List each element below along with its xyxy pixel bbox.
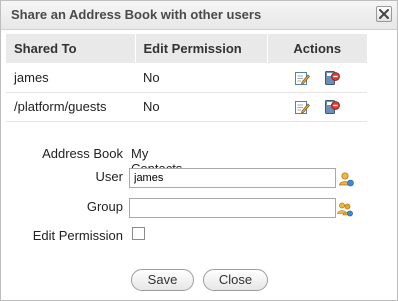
edit-icon[interactable]: [294, 70, 311, 86]
user-input[interactable]: [129, 168, 336, 188]
dialog-title: Share an Address Book with other users: [11, 7, 262, 22]
cell-edit-permission: No: [135, 63, 267, 93]
header-actions: Actions: [267, 34, 367, 63]
edit-icon[interactable]: [294, 99, 311, 115]
header-edit-permission: Edit Permission: [135, 34, 268, 63]
user-lookup-icon[interactable]: [338, 171, 354, 187]
cell-shared-to: james: [6, 63, 135, 93]
group-label: Group: [86, 199, 123, 214]
group-input[interactable]: [129, 198, 336, 218]
dialog-titlebar[interactable]: Share an Address Book with other users: [1, 1, 397, 30]
edit-permission-label: Edit Permission: [32, 228, 123, 243]
address-book-label: Address Book: [42, 146, 123, 161]
header-shared-to: Shared To: [6, 34, 136, 63]
delete-icon[interactable]: [324, 99, 340, 115]
edit-permission-checkbox[interactable]: [132, 227, 145, 240]
share-address-book-dialog: Share an Address Book with other users S…: [0, 0, 398, 301]
user-label: User: [95, 169, 123, 184]
group-lookup-icon[interactable]: [337, 201, 353, 217]
table-row: james No: [6, 63, 367, 93]
close-icon[interactable]: [376, 6, 392, 22]
table-row: /platform/guests No: [6, 92, 367, 122]
shared-users-table: Shared To Edit Permission Actions james …: [6, 34, 367, 122]
cell-shared-to: /platform/guests: [6, 92, 135, 122]
cell-actions: [267, 92, 367, 122]
close-button[interactable]: Close: [203, 269, 268, 291]
cell-edit-permission: No: [135, 92, 267, 122]
save-button[interactable]: Save: [131, 269, 194, 291]
cell-actions: [267, 63, 367, 93]
delete-icon[interactable]: [324, 70, 340, 86]
